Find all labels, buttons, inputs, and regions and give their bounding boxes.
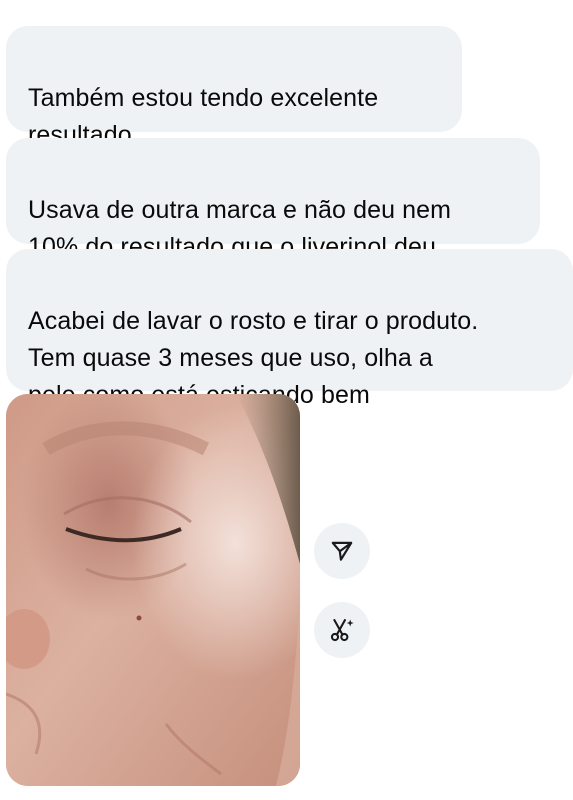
message-bubble[interactable]: Acabei de lavar o rosto e tirar o produt… [6,249,573,409]
photo-attachment[interactable] [6,394,300,786]
send-icon [331,541,353,561]
scissors-sparkle-icon [330,619,354,642]
edit-cutout-button[interactable] [314,602,370,658]
message-bubble[interactable]: Usava de outra marca e não deu nem 10% d… [6,138,540,261]
send-button[interactable] [314,523,370,579]
face-photo-image [6,394,300,786]
message-bubble[interactable]: Também estou tendo excelente resultado [6,26,462,149]
